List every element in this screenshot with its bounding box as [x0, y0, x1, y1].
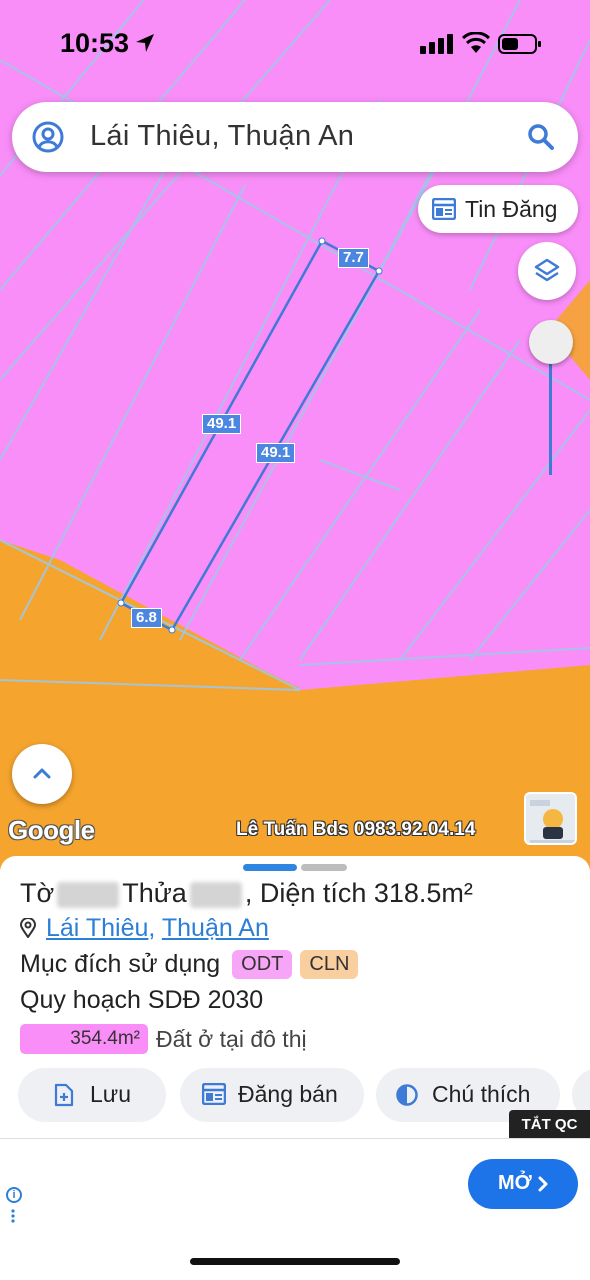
watermark-text: Lê Tuấn Bds 0983.92.04.14 — [236, 819, 476, 840]
ad-open-button[interactable]: MỞ — [468, 1159, 578, 1209]
tin-dang-button[interactable]: Tin Đăng — [418, 185, 578, 233]
layers-button[interactable] — [518, 242, 576, 300]
parcel-address: Lái Thiêu, Thuận An — [20, 914, 269, 943]
map-view[interactable]: 7.7 49.1 49.1 6.8 10:53 Lái Thiêu, Thuận… — [0, 0, 590, 870]
land-use-purpose: Mục đích sử dụng ODT CLN — [20, 950, 359, 979]
thumbnail-graphic — [526, 794, 575, 843]
parcel-title: Tờ Thửa , Diện tích 318.5m² — [20, 878, 473, 909]
opacity-slider-track[interactable] — [549, 345, 552, 475]
thumbnail-image[interactable] — [524, 792, 577, 845]
sheet-page-indicator-active[interactable] — [243, 864, 297, 871]
contrast-icon — [396, 1084, 418, 1106]
measure-label-right: 49.1 — [256, 443, 296, 463]
expand-button[interactable] — [12, 744, 72, 804]
legend-area-swatch: 354.4m² — [20, 1024, 148, 1054]
measure-label-bottom: 6.8 — [131, 608, 162, 628]
location-arrow-icon — [136, 34, 154, 52]
tag-odt: ODT — [232, 950, 293, 979]
planning-label: Quy hoạch SDĐ 2030 — [20, 986, 264, 1014]
battery-icon — [498, 34, 541, 54]
location-pin-icon — [20, 918, 36, 938]
ad-banner[interactable]: i MỞ — [0, 1138, 590, 1228]
close-ad-button[interactable]: TẮT QC — [509, 1110, 590, 1140]
post-sale-label: Đăng bán — [238, 1081, 338, 1107]
parcel-info-sheet[interactable]: Tờ Thửa , Diện tích 318.5m² Lái Thiêu, Thu… — [0, 856, 590, 1280]
opacity-slider-knob[interactable] — [529, 320, 573, 364]
search-query[interactable]: Lái Thiêu, Thuận An — [90, 120, 354, 153]
sheet-number-label: Tờ — [20, 878, 55, 908]
address-separator: , — [148, 914, 156, 942]
add-file-icon — [54, 1083, 74, 1107]
action-buttons: Lưu Đăng bán Chú thích — [18, 1068, 590, 1122]
planning-legend-row: 354.4m² Đất ở tại đô thị — [20, 1024, 307, 1054]
measure-label-top: 7.7 — [338, 248, 369, 268]
wifi-icon — [462, 32, 490, 53]
chevron-right-icon — [538, 1176, 548, 1192]
tag-cln: CLN — [300, 950, 359, 979]
listing-icon — [202, 1083, 226, 1105]
ad-info-icon[interactable]: i — [6, 1187, 22, 1203]
purpose-label: Mục đích sử dụng — [20, 950, 221, 978]
ward-link[interactable]: Lái Thiêu — [46, 914, 148, 942]
parcel-number-label: Thửa — [122, 878, 187, 908]
save-button[interactable]: Lưu — [18, 1068, 166, 1122]
sheet-page-indicator[interactable] — [301, 864, 347, 871]
measure-label-left: 49.1 — [202, 414, 242, 434]
status-bar: 10:53 — [0, 0, 590, 90]
save-label: Lưu — [90, 1081, 131, 1107]
district-link[interactable]: Thuận An — [162, 914, 269, 942]
cellular-signal-icon — [420, 34, 453, 54]
post-sale-button[interactable]: Đăng bán — [180, 1068, 364, 1122]
account-icon[interactable] — [32, 121, 64, 153]
listing-icon — [432, 198, 456, 220]
redacted-parcel-number — [189, 881, 242, 908]
ad-menu-icon[interactable] — [11, 1209, 15, 1223]
redacted-sheet-number — [57, 881, 120, 908]
google-logo: Google — [8, 815, 95, 845]
search-icon[interactable] — [526, 122, 556, 152]
layers-icon — [534, 258, 560, 282]
search-bar[interactable]: Lái Thiêu, Thuận An — [12, 102, 578, 172]
chevron-up-icon — [33, 768, 51, 779]
tin-dang-label: Tin Đăng — [465, 196, 558, 222]
ad-open-label: MỞ — [498, 1172, 532, 1194]
home-indicator[interactable] — [190, 1258, 400, 1265]
legend-text: Đất ở tại đô thị — [156, 1025, 307, 1052]
status-time: 10:53 — [60, 28, 130, 58]
legend-label: Chú thích — [432, 1081, 531, 1107]
parcel-area: , Diện tích 318.5m² — [244, 878, 473, 908]
